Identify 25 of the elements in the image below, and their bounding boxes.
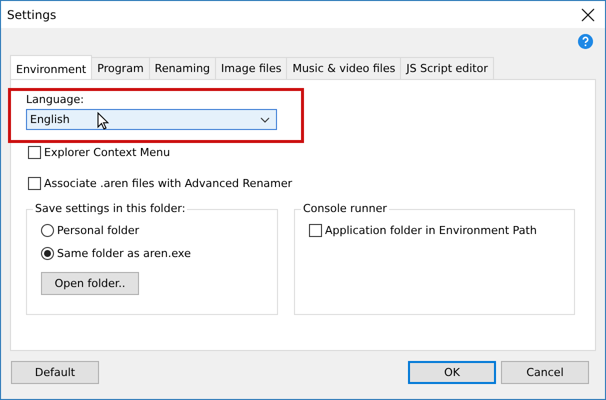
radio-button[interactable] (41, 224, 54, 237)
help-icon[interactable] (578, 34, 593, 48)
window-title: Settings (7, 8, 56, 22)
chevron-down-icon (260, 116, 270, 122)
checkbox-label: Explorer Context Menu (44, 146, 170, 159)
checkbox[interactable] (28, 177, 41, 190)
checkbox-label: Associate .aren files with Advanced Renamer (44, 177, 292, 190)
ok-button[interactable]: OK (408, 361, 496, 384)
language-dropdown[interactable]: English (26, 109, 277, 130)
radio-button[interactable] (41, 247, 54, 260)
group-title: Console runner (301, 202, 389, 215)
tab[interactable]: JS Script editor (400, 57, 494, 79)
cancel-button[interactable]: Cancel (501, 361, 589, 384)
cursor-icon (97, 112, 109, 130)
language-label: Language: (26, 93, 85, 106)
radio-label: Same folder as aren.exe (57, 247, 191, 260)
checkbox[interactable] (28, 146, 41, 159)
radio-label: Personal folder (57, 224, 140, 237)
close-icon[interactable] (581, 8, 595, 22)
default-button[interactable]: Default (11, 361, 99, 384)
tab[interactable]: Environment (10, 55, 92, 80)
checkbox[interactable] (309, 224, 322, 237)
checkbox-label: Application folder in Environment Path (325, 224, 537, 237)
group-title: Save settings in this folder: (33, 202, 188, 215)
open-folder-button[interactable]: Open folder.. (41, 272, 139, 295)
